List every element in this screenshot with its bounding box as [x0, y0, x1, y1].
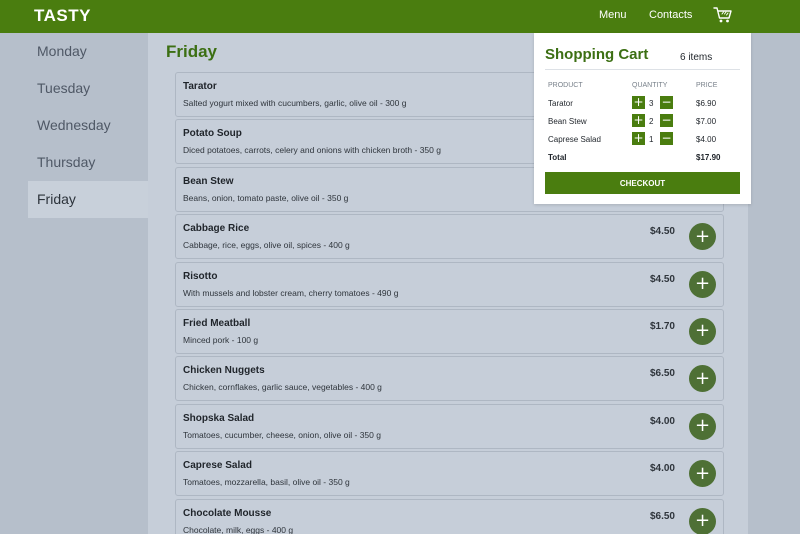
item-name: Cabbage Rice	[183, 223, 250, 235]
menu-item: Cabbage Rice Cabbage, rice, eggs, olive …	[175, 214, 724, 260]
top-bar: TASTY Menu Contacts	[0, 0, 800, 33]
item-description: Beans, onion, tomato paste, olive oil - …	[183, 192, 349, 203]
item-name: Shopska Salad	[183, 412, 255, 424]
cart-product-price: $7.00	[696, 117, 717, 126]
menu-item: Chocolate Mousse Chocolate, milk, eggs -…	[175, 498, 724, 534]
nav-menu-link[interactable]: Menu	[599, 9, 627, 21]
add-to-cart-button[interactable]: +	[689, 460, 716, 488]
cart-product-name: Tarator	[548, 99, 573, 108]
cart-row: Caprese Salad + 1 − $4.00	[534, 131, 751, 149]
item-price: $1.70	[649, 320, 675, 332]
cart-product-price: $4.00	[696, 135, 717, 144]
menu-item: Fried Meatball Minced pork - 100 g $1.70…	[175, 308, 724, 354]
item-price: $4.00	[649, 415, 675, 427]
sidebar-item-thursday[interactable]: Thursday	[28, 144, 148, 181]
cart-quantity: 1	[649, 135, 654, 144]
add-to-cart-button[interactable]: +	[689, 365, 716, 393]
cart-total-value: $17.90	[696, 153, 721, 162]
item-name: Chocolate Mousse	[183, 507, 272, 519]
item-name: Chicken Nuggets	[183, 365, 265, 377]
cart-product-name: Bean Stew	[548, 117, 587, 126]
plus-icon: +	[694, 320, 711, 342]
plus-icon: +	[694, 415, 711, 437]
item-price: $6.50	[649, 510, 675, 522]
checkout-button[interactable]: CHECKOUT	[545, 172, 740, 194]
shopping-cart-panel: Shopping Cart 6 items PRODUCT QUANTITY P…	[534, 33, 751, 204]
item-name: Risotto	[183, 270, 218, 282]
cart-header-price: PRICE	[696, 82, 718, 89]
item-name: Bean Stew	[183, 175, 234, 187]
cart-row: Bean Stew + 2 − $7.00	[534, 113, 751, 131]
item-name: Tarator	[183, 81, 217, 92]
logo[interactable]: TASTY	[34, 6, 91, 26]
sidebar-item-monday[interactable]: Monday	[28, 33, 148, 70]
plus-icon: +	[694, 510, 711, 532]
item-price: $4.50	[649, 273, 675, 285]
decrease-quantity-button[interactable]: −	[660, 114, 673, 127]
cart-quantity: 3	[649, 99, 654, 108]
cart-product-price: $6.90	[696, 99, 717, 108]
increase-quantity-button[interactable]: +	[632, 132, 645, 145]
cart-row: Tarator + 3 − $6.90	[534, 95, 751, 113]
increase-quantity-button[interactable]: +	[632, 114, 645, 127]
cart-header-product: PRODUCT	[548, 82, 583, 89]
plus-icon: +	[694, 225, 711, 247]
cart-header-quantity: QUANTITY	[632, 82, 668, 89]
plus-icon: +	[694, 462, 711, 484]
item-price: $4.00	[649, 463, 675, 475]
item-description: Chocolate, milk, eggs - 400 g	[183, 524, 294, 534]
menu-item: Chicken Nuggets Chicken, cornflakes, gar…	[175, 356, 724, 402]
item-description: Tomatoes, mozzarella, basil, olive oil -…	[183, 477, 350, 488]
add-to-cart-button[interactable]: +	[689, 317, 716, 345]
plus-icon: +	[694, 367, 711, 389]
item-description: Minced pork - 100 g	[183, 334, 259, 345]
item-description: Diced potatoes, carrots, celery and onio…	[183, 145, 441, 156]
menu-item: Caprese Salad Tomatoes, mozzarella, basi…	[175, 451, 724, 497]
cart-title: Shopping Cart	[545, 46, 649, 63]
menu-item: Risotto With mussels and lobster cream, …	[175, 261, 724, 307]
item-name: Caprese Salad	[183, 460, 252, 472]
add-to-cart-button[interactable]: +	[689, 412, 716, 440]
item-description: With mussels and lobster cream, cherry t…	[183, 287, 399, 298]
page-title: Friday	[166, 42, 218, 61]
cart-quantity: 2	[649, 117, 654, 126]
add-to-cart-button[interactable]: +	[689, 270, 716, 298]
cart-icon[interactable]	[713, 6, 733, 24]
day-sidebar: Monday Tuesday Wednesday Thursday Friday	[28, 33, 148, 534]
item-price: $4.50	[649, 226, 675, 238]
add-to-cart-button[interactable]: +	[689, 507, 716, 534]
item-description: Tomatoes, cucumber, cheese, onion, olive…	[183, 429, 381, 440]
cart-product-name: Caprese Salad	[548, 135, 601, 144]
cart-total-label: Total	[548, 153, 567, 162]
sidebar-item-wednesday[interactable]: Wednesday	[28, 107, 148, 144]
item-description: Chicken, cornflakes, garlic sauce, veget…	[183, 382, 382, 393]
item-description: Salted yogurt mixed with cucumbers, garl…	[183, 98, 407, 108]
nav-contacts-link[interactable]: Contacts	[649, 9, 692, 21]
increase-quantity-button[interactable]: +	[632, 96, 645, 109]
cart-item-count: 6 items	[680, 52, 713, 63]
item-price: $6.50	[649, 368, 675, 380]
sidebar-item-friday[interactable]: Friday	[28, 181, 148, 218]
sidebar-item-tuesday[interactable]: Tuesday	[28, 70, 148, 107]
item-name: Fried Meatball	[183, 317, 251, 329]
decrease-quantity-button[interactable]: −	[660, 96, 673, 109]
item-description: Cabbage, rice, eggs, olive oil, spices -…	[183, 240, 350, 251]
cart-divider	[545, 69, 740, 70]
plus-icon: +	[694, 273, 711, 295]
item-name: Potato Soup	[183, 128, 242, 140]
menu-item: Shopska Salad Tomatoes, cucumber, cheese…	[175, 403, 724, 449]
decrease-quantity-button[interactable]: −	[660, 132, 673, 145]
add-to-cart-button[interactable]: +	[689, 223, 716, 251]
